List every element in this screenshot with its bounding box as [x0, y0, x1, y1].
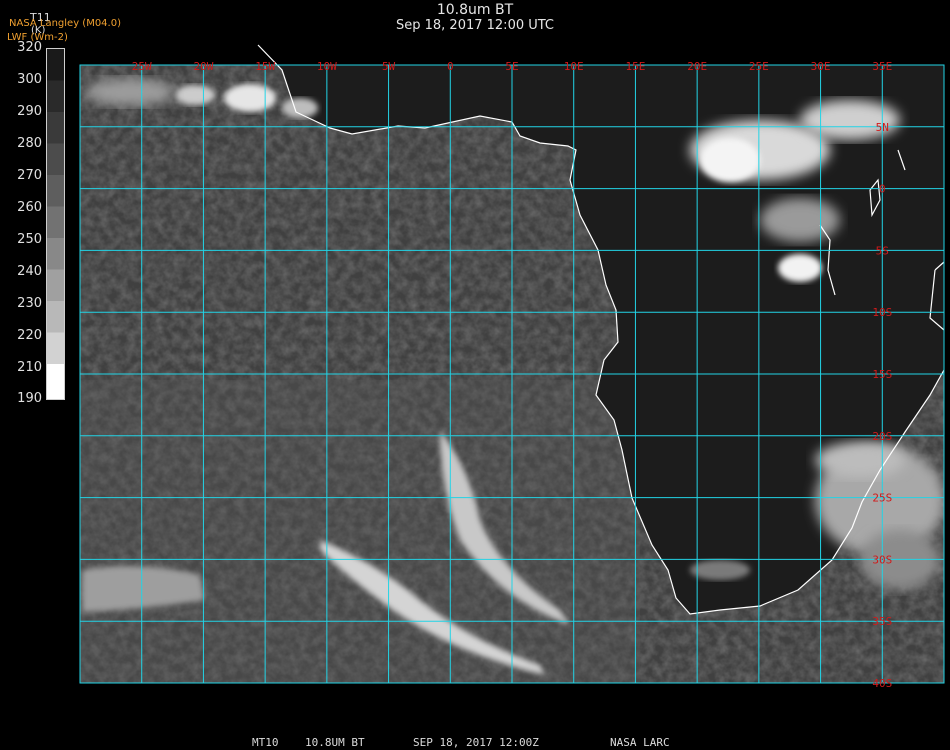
satellite-map: 25W 20W 15W 10W 5W 0 5E 10E 15E 20E 25E 30E 35E 5N 0 5… — [79, 44, 945, 690]
longitude-label: 25W — [132, 60, 152, 73]
latitude-label: 10S — [872, 306, 892, 319]
longitude-label: 15E — [625, 60, 645, 73]
longitude-label: 5E — [505, 60, 518, 73]
footer-channel: 10.8UM BT — [305, 736, 365, 749]
longitude-label: 15W — [255, 60, 275, 73]
footer-date: SEP 18, 2017 12:00Z — [413, 736, 539, 749]
longitude-label: 5W — [382, 60, 396, 73]
footer-org: NASA LARC — [610, 736, 670, 749]
footer-bar: MT10 10.8UM BT SEP 18, 2017 12:00Z NASA … — [0, 736, 950, 750]
latitude-label: 5S — [876, 244, 889, 257]
longitude-label: 10W — [317, 60, 337, 73]
longitude-label: 20W — [193, 60, 213, 73]
southern-ocean-tone — [80, 380, 640, 683]
longitude-label: 35E — [872, 60, 892, 73]
latitude-label: 5N — [876, 121, 889, 134]
longitude-label: 30E — [811, 60, 831, 73]
longitude-label: 25E — [749, 60, 769, 73]
longitude-label: 20E — [687, 60, 707, 73]
latitude-label: 30S — [872, 553, 892, 566]
latitude-label: 20S — [872, 430, 892, 443]
longitude-label: 0 — [447, 60, 454, 73]
latitude-label: 40S — [872, 677, 892, 690]
latitude-label: 35S — [872, 615, 892, 628]
latitude-label: 0 — [879, 183, 886, 196]
latitude-label: 15S — [872, 368, 892, 381]
footer-satellite: MT10 — [252, 736, 279, 749]
latitude-label: 25S — [872, 492, 892, 505]
longitude-label: 10E — [564, 60, 584, 73]
